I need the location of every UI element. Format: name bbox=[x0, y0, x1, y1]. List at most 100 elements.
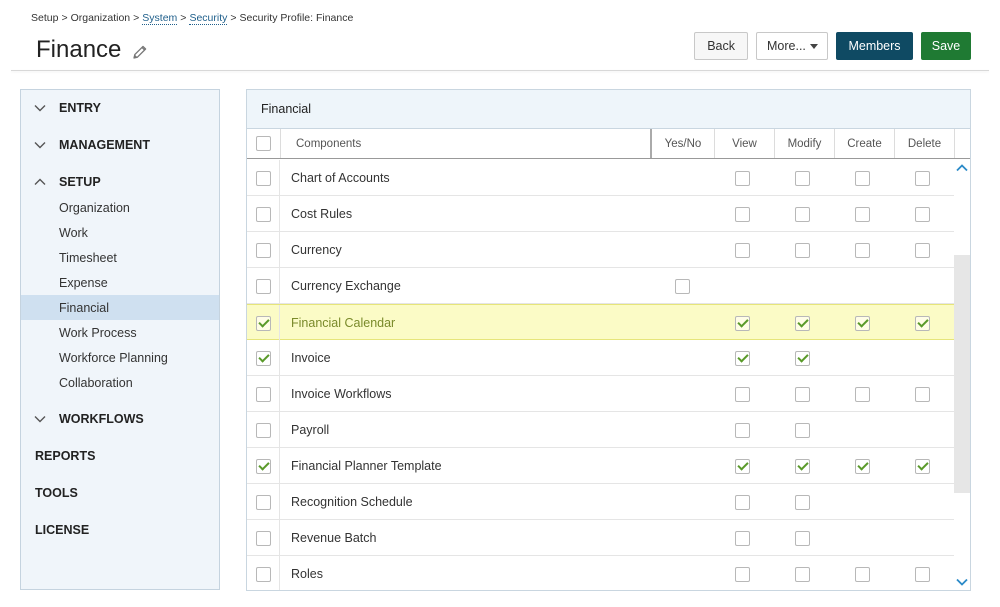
create-checkbox[interactable] bbox=[855, 567, 870, 582]
modify-checkbox[interactable] bbox=[795, 171, 810, 186]
financial-panel: Financial Components Yes/No View Modify … bbox=[246, 89, 971, 591]
table-row[interactable]: Invoice Workflows bbox=[247, 376, 954, 412]
delete-checkbox[interactable] bbox=[915, 207, 930, 222]
component-name: Financial Calendar bbox=[291, 316, 396, 330]
sidebar-item-timesheet[interactable]: Timesheet bbox=[21, 245, 219, 270]
delete-checkbox[interactable] bbox=[915, 387, 930, 402]
sidebar-section-tools[interactable]: TOOLS bbox=[21, 481, 219, 505]
row-select-checkbox[interactable] bbox=[256, 423, 271, 438]
view-checkbox[interactable] bbox=[735, 351, 750, 366]
view-checkbox[interactable] bbox=[735, 423, 750, 438]
row-select-checkbox[interactable] bbox=[256, 207, 271, 222]
modify-checkbox[interactable] bbox=[795, 567, 810, 582]
modify-checkbox[interactable] bbox=[795, 351, 810, 366]
breadcrumb: Setup > Organization > System > Security > Secur… bbox=[31, 12, 354, 25]
sidebar-section-workflows[interactable]: WORKFLOWS bbox=[21, 407, 219, 431]
sidebar-item-financial[interactable]: Financial bbox=[21, 295, 219, 320]
table-row[interactable]: Invoice bbox=[247, 340, 954, 376]
view-checkbox[interactable] bbox=[735, 316, 750, 331]
sidebar-item-organization[interactable]: Organization bbox=[21, 195, 219, 220]
create-checkbox[interactable] bbox=[855, 316, 870, 331]
scroll-down-icon[interactable] bbox=[954, 574, 970, 590]
delete-checkbox[interactable] bbox=[915, 243, 930, 258]
modify-checkbox[interactable] bbox=[795, 495, 810, 510]
column-view[interactable]: View bbox=[714, 129, 774, 158]
modify-checkbox[interactable] bbox=[795, 207, 810, 222]
create-checkbox[interactable] bbox=[855, 243, 870, 258]
row-select-checkbox[interactable] bbox=[256, 567, 271, 582]
table-row[interactable]: Roles bbox=[247, 556, 954, 590]
modify-checkbox[interactable] bbox=[795, 316, 810, 331]
table-row[interactable]: Revenue Batch bbox=[247, 520, 954, 556]
sidebar-item-expense[interactable]: Expense bbox=[21, 270, 219, 295]
row-select-checkbox[interactable] bbox=[256, 316, 271, 331]
row-select-checkbox[interactable] bbox=[256, 243, 271, 258]
more-dropdown[interactable]: More... bbox=[756, 32, 828, 60]
modify-checkbox[interactable] bbox=[795, 387, 810, 402]
delete-checkbox[interactable] bbox=[915, 459, 930, 474]
view-checkbox[interactable] bbox=[735, 495, 750, 510]
scrollbar-thumb[interactable] bbox=[954, 255, 970, 493]
view-checkbox[interactable] bbox=[735, 387, 750, 402]
sidebar-section-reports[interactable]: REPORTS bbox=[21, 444, 219, 468]
row-select-checkbox[interactable] bbox=[256, 531, 271, 546]
sidebar-item-collaboration[interactable]: Collaboration bbox=[21, 370, 219, 395]
sidebar-section-entry[interactable]: ENTRY bbox=[21, 96, 219, 120]
column-components[interactable]: Components bbox=[280, 129, 650, 158]
sidebar-item-work-process[interactable]: Work Process bbox=[21, 320, 219, 345]
row-select-checkbox[interactable] bbox=[256, 171, 271, 186]
modify-checkbox[interactable] bbox=[795, 423, 810, 438]
pencil-icon[interactable] bbox=[131, 43, 149, 61]
modify-checkbox[interactable] bbox=[795, 459, 810, 474]
column-modify[interactable]: Modify bbox=[774, 129, 834, 158]
view-checkbox[interactable] bbox=[735, 243, 750, 258]
row-select-checkbox[interactable] bbox=[256, 459, 271, 474]
sidebar-section-management[interactable]: MANAGEMENT bbox=[21, 133, 219, 157]
delete-checkbox[interactable] bbox=[915, 171, 930, 186]
view-checkbox[interactable] bbox=[735, 567, 750, 582]
sidebar-section-label: REPORTS bbox=[35, 449, 96, 463]
members-button[interactable]: Members bbox=[836, 32, 913, 60]
vertical-scrollbar[interactable] bbox=[954, 160, 970, 590]
modify-checkbox[interactable] bbox=[795, 531, 810, 546]
modify-checkbox[interactable] bbox=[795, 243, 810, 258]
view-checkbox[interactable] bbox=[735, 531, 750, 546]
column-delete[interactable]: Delete bbox=[894, 129, 954, 158]
column-yesno[interactable]: Yes/No bbox=[650, 129, 714, 158]
row-select-checkbox[interactable] bbox=[256, 351, 271, 366]
view-checkbox[interactable] bbox=[735, 171, 750, 186]
column-create[interactable]: Create bbox=[834, 129, 894, 158]
breadcrumb-security-link[interactable]: Security bbox=[189, 12, 228, 25]
row-select-checkbox[interactable] bbox=[256, 279, 271, 294]
view-checkbox[interactable] bbox=[735, 207, 750, 222]
sidebar-item-workforce-planning[interactable]: Workforce Planning bbox=[21, 345, 219, 370]
table-row[interactable]: Chart of Accounts bbox=[247, 160, 954, 196]
select-all-checkbox[interactable] bbox=[256, 136, 271, 151]
save-button[interactable]: Save bbox=[921, 32, 971, 60]
create-checkbox[interactable] bbox=[855, 387, 870, 402]
sidebar-item-work[interactable]: Work bbox=[21, 220, 219, 245]
delete-checkbox[interactable] bbox=[915, 567, 930, 582]
table-row[interactable]: Financial Calendar bbox=[247, 304, 954, 341]
scroll-up-icon[interactable] bbox=[954, 160, 970, 176]
table-row[interactable]: Financial Planner Template bbox=[247, 448, 954, 484]
delete-checkbox[interactable] bbox=[915, 316, 930, 331]
view-checkbox[interactable] bbox=[735, 459, 750, 474]
back-button[interactable]: Back bbox=[694, 32, 748, 60]
create-checkbox[interactable] bbox=[855, 171, 870, 186]
yesno-checkbox[interactable] bbox=[675, 279, 690, 294]
table-row[interactable]: Payroll bbox=[247, 412, 954, 448]
panel-title: Financial bbox=[247, 90, 970, 129]
create-checkbox[interactable] bbox=[855, 207, 870, 222]
table-row[interactable]: Currency Exchange bbox=[247, 268, 954, 304]
table-row[interactable]: Currency bbox=[247, 232, 954, 268]
row-select-checkbox[interactable] bbox=[256, 495, 271, 510]
breadcrumb-system-link[interactable]: System bbox=[142, 12, 178, 25]
sidebar-section-setup[interactable]: SETUP bbox=[21, 170, 219, 194]
table-row[interactable]: Cost Rules bbox=[247, 196, 954, 232]
row-select-cell bbox=[247, 232, 280, 268]
table-row[interactable]: Recognition Schedule bbox=[247, 484, 954, 520]
sidebar-section-license[interactable]: LICENSE bbox=[21, 518, 219, 542]
row-select-checkbox[interactable] bbox=[256, 387, 271, 402]
create-checkbox[interactable] bbox=[855, 459, 870, 474]
